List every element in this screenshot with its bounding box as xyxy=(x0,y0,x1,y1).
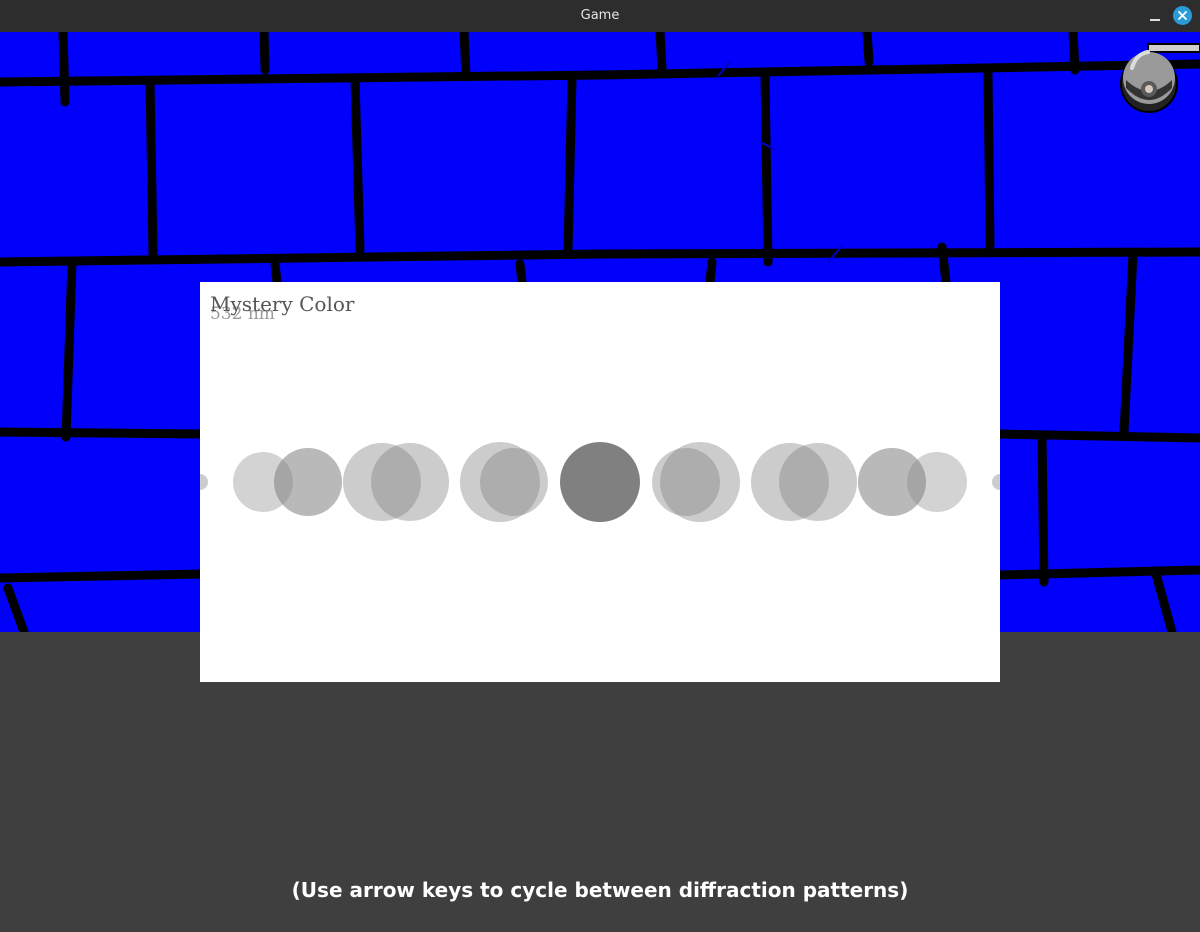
controls-hint: (Use arrow keys to cycle between diffrac… xyxy=(291,878,909,902)
minimize-button[interactable] xyxy=(1145,6,1165,26)
diffraction-spots xyxy=(200,442,1000,522)
close-button[interactable] xyxy=(1173,6,1192,25)
security-camera-icon xyxy=(1120,43,1200,113)
title-bar: Game xyxy=(0,0,1200,32)
spot-left-2b xyxy=(343,443,421,521)
central-spot xyxy=(560,442,640,522)
spot-right-edge xyxy=(992,474,1000,490)
minimize-icon xyxy=(1150,19,1160,21)
close-icon xyxy=(1178,11,1187,20)
window-title: Game xyxy=(580,8,620,23)
spot-left-edge xyxy=(200,474,208,490)
spot-right-1b xyxy=(660,442,740,522)
spot-left-3b xyxy=(233,452,293,512)
diffraction-card: 532 nm Mystery Color xyxy=(200,282,1000,682)
spot-right-3b xyxy=(907,452,967,512)
diffraction-pattern xyxy=(200,442,1000,522)
spot-right-2b xyxy=(779,443,857,521)
spot-left-1b xyxy=(460,442,540,522)
card-title: Mystery Color xyxy=(210,292,355,316)
